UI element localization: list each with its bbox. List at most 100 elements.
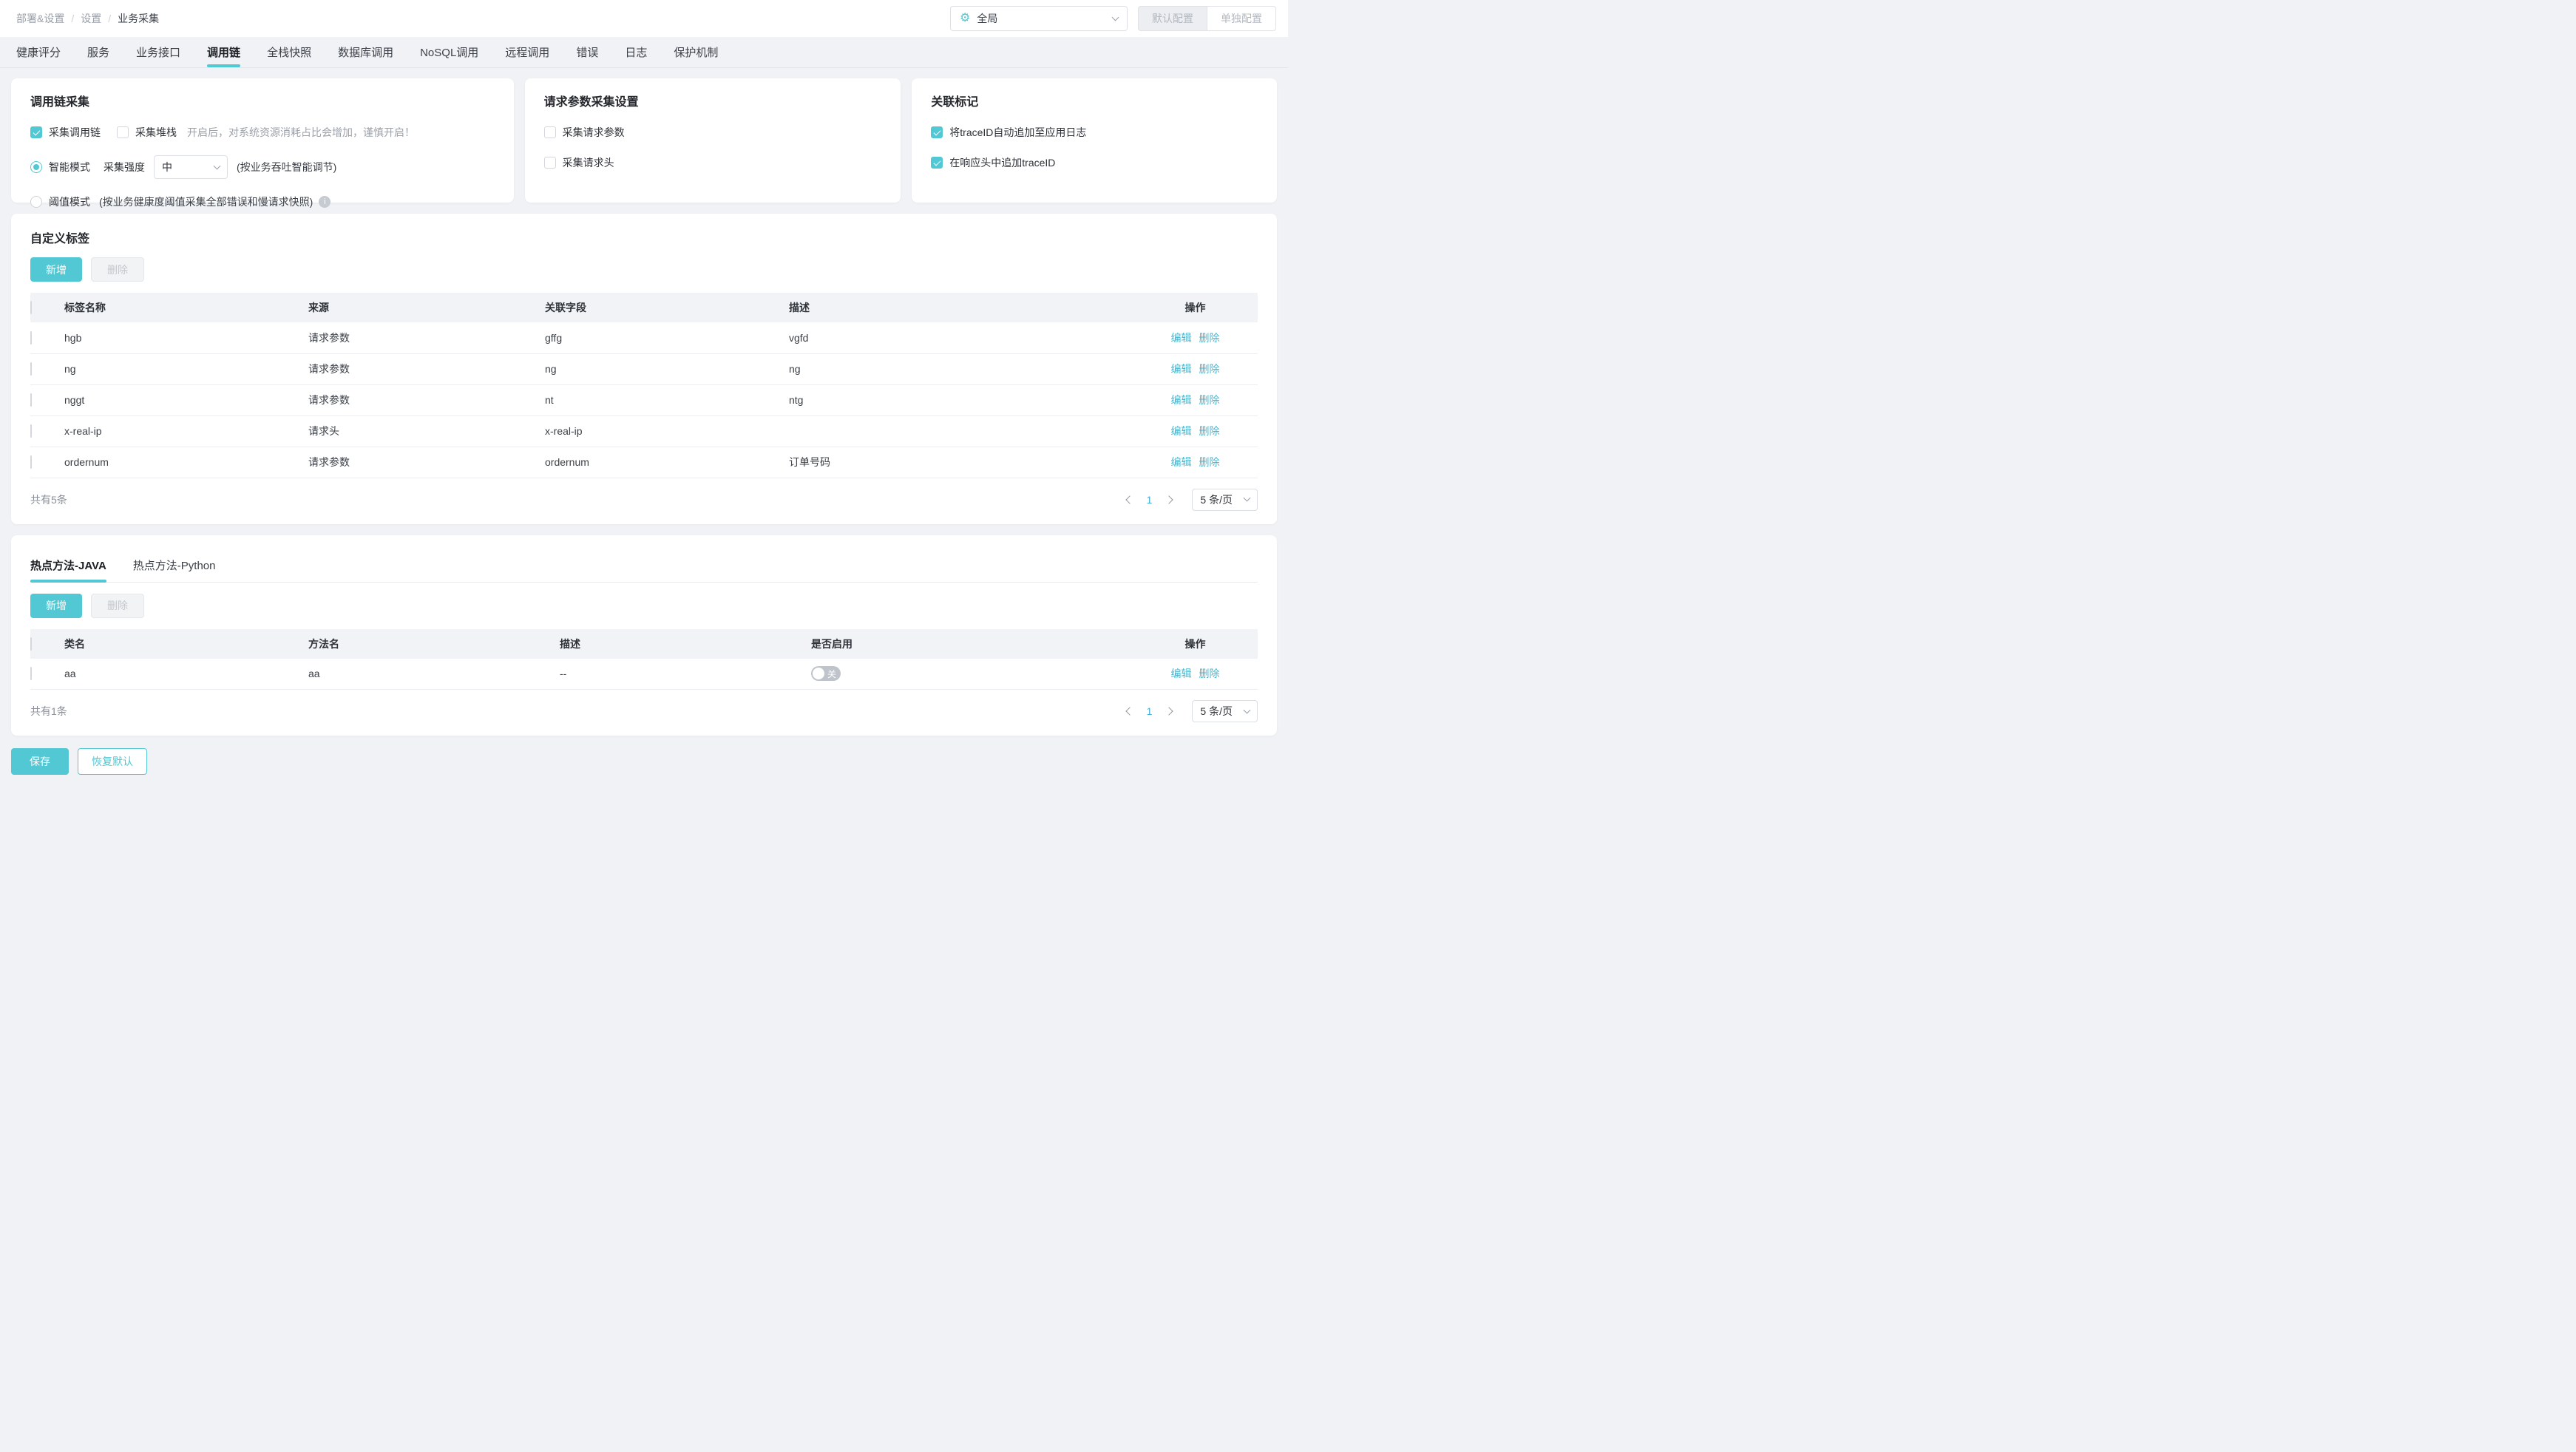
tab-protection[interactable]: 保护机制 bbox=[674, 37, 718, 67]
collect-request-headers-checkbox[interactable] bbox=[543, 157, 556, 169]
tab-database-calls[interactable]: 数据库调用 bbox=[338, 37, 393, 67]
edit-link[interactable]: 编辑 bbox=[1171, 393, 1192, 407]
info-icon[interactable]: i bbox=[319, 196, 331, 208]
save-button[interactable]: 保存 bbox=[11, 748, 69, 775]
smart-mode-radio[interactable] bbox=[30, 161, 42, 173]
collect-trace-label: 采集调用链 bbox=[49, 126, 101, 138]
table-header-row: 类名 方法名 描述 是否启用 操作 bbox=[30, 628, 1258, 659]
tab-hot-methods-java[interactable]: 热点方法-JAVA bbox=[30, 552, 106, 583]
append-traceid-log-checkbox[interactable] bbox=[931, 126, 943, 138]
request-params-row-1: 采集请求参数 bbox=[543, 125, 882, 140]
chevron-down-icon bbox=[1243, 706, 1251, 713]
edit-link[interactable]: 编辑 bbox=[1171, 362, 1192, 376]
tab-fullstack-snapshot[interactable]: 全栈快照 bbox=[267, 37, 311, 67]
page-number[interactable]: 1 bbox=[1147, 494, 1153, 506]
page-number[interactable]: 1 bbox=[1147, 705, 1153, 717]
delete-link[interactable]: 删除 bbox=[1199, 455, 1220, 469]
delete-link[interactable]: 删除 bbox=[1199, 666, 1220, 681]
append-traceid-header-checkbox[interactable] bbox=[931, 157, 943, 169]
restore-default-button[interactable]: 恢复默认 bbox=[78, 748, 147, 775]
row-checkbox[interactable] bbox=[30, 362, 32, 376]
collect-request-params-checkbox[interactable] bbox=[543, 126, 556, 138]
enabled-toggle[interactable]: 关 bbox=[811, 666, 841, 682]
hot-methods-section: 热点方法-JAVA 热点方法-Python 新增 删除 类名 方法名 描述 是否… bbox=[11, 535, 1277, 736]
cell-desc: ntg bbox=[789, 384, 1133, 416]
select-all-checkbox[interactable] bbox=[30, 637, 32, 651]
row-checkbox[interactable] bbox=[30, 424, 32, 438]
breadcrumb-item-deploy-settings[interactable]: 部署&设置 bbox=[16, 11, 64, 26]
delete-tag-button[interactable]: 删除 bbox=[91, 257, 144, 282]
next-page-button[interactable] bbox=[1159, 702, 1179, 721]
chevron-down-icon bbox=[1111, 13, 1119, 21]
cell-source: 请求头 bbox=[308, 415, 545, 447]
smart-mode-hint: (按业务吞吐智能调节) bbox=[237, 161, 337, 173]
col-header-op: 操作 bbox=[1184, 302, 1206, 313]
table-row: aa aa -- 关 编辑 删除 bbox=[30, 658, 1258, 690]
cell-source: 请求参数 bbox=[308, 447, 545, 478]
prev-page-button[interactable] bbox=[1120, 702, 1139, 721]
panel-title: 关联标记 bbox=[931, 96, 979, 109]
row-checkbox[interactable] bbox=[30, 330, 32, 345]
page-size-select[interactable]: 5 条/页 bbox=[1192, 700, 1258, 722]
settings-panels-row: 调用链采集 采集调用链 采集堆栈 开启后，对系统资源消耗占比会增加，谨慎开启！ … bbox=[11, 78, 1277, 208]
collect-stack-checkbox[interactable] bbox=[117, 126, 129, 138]
hot-methods-tabs: 热点方法-JAVA 热点方法-Python bbox=[30, 552, 1258, 583]
scope-select[interactable]: ⚙ 全局 bbox=[950, 6, 1128, 31]
tab-logs[interactable]: 日志 bbox=[625, 37, 647, 67]
main-tabbar: 健康评分 服务 业务接口 调用链 全栈快照 数据库调用 NoSQL调用 远程调用… bbox=[0, 37, 1288, 68]
topbar: 部署&设置 / 设置 / 业务采集 ⚙ 全局 默认配置 单独配置 bbox=[0, 0, 1288, 37]
content: 调用链采集 采集调用链 采集堆栈 开启后，对系统资源消耗占比会增加，谨慎开启！ … bbox=[0, 68, 1288, 790]
panel-title: 请求参数采集设置 bbox=[543, 96, 639, 109]
delete-link[interactable]: 删除 bbox=[1199, 424, 1220, 438]
table-row: hgb 请求参数 gffg vgfd 编辑 删除 bbox=[30, 322, 1258, 354]
tab-remote-calls[interactable]: 远程调用 bbox=[505, 37, 549, 67]
tab-hot-methods-python[interactable]: 热点方法-Python bbox=[133, 552, 216, 582]
custom-tags-title: 自定义标签 bbox=[30, 233, 90, 245]
tab-nosql-calls[interactable]: NoSQL调用 bbox=[420, 37, 478, 67]
association-row-1: 将traceID自动追加至应用日志 bbox=[931, 125, 1258, 140]
topbar-right: ⚙ 全局 默认配置 单独配置 bbox=[950, 6, 1276, 31]
separate-config-button[interactable]: 单独配置 bbox=[1207, 6, 1276, 31]
cell-source: 请求参数 bbox=[308, 322, 545, 354]
breadcrumb-separator: / bbox=[71, 13, 75, 24]
delete-link[interactable]: 删除 bbox=[1199, 393, 1220, 407]
col-header-source: 来源 bbox=[308, 302, 329, 313]
trace-collection-row-1: 采集调用链 采集堆栈 开启后，对系统资源消耗占比会增加，谨慎开启！ bbox=[30, 125, 495, 140]
delete-link[interactable]: 删除 bbox=[1199, 330, 1220, 345]
page-size-select[interactable]: 5 条/页 bbox=[1192, 488, 1258, 511]
next-page-button[interactable] bbox=[1159, 490, 1179, 509]
edit-link[interactable]: 编辑 bbox=[1171, 424, 1192, 438]
edit-link[interactable]: 编辑 bbox=[1171, 455, 1192, 469]
cell-field: gffg bbox=[545, 322, 789, 354]
delete-link[interactable]: 删除 bbox=[1199, 362, 1220, 376]
row-checkbox[interactable] bbox=[30, 667, 32, 681]
breadcrumb-item-current: 业务采集 bbox=[118, 13, 160, 24]
edit-link[interactable]: 编辑 bbox=[1171, 330, 1192, 345]
total-count: 共有5条 bbox=[30, 493, 67, 506]
col-header-desc: 描述 bbox=[560, 637, 580, 650]
row-checkbox[interactable] bbox=[30, 393, 32, 407]
hot-methods-table: 类名 方法名 描述 是否启用 操作 aa aa -- 关 编辑 删除 bbox=[30, 628, 1258, 690]
edit-link[interactable]: 编辑 bbox=[1171, 666, 1192, 681]
gear-icon: ⚙ bbox=[960, 12, 971, 24]
tab-business-api[interactable]: 业务接口 bbox=[136, 37, 180, 67]
delete-method-button[interactable]: 删除 bbox=[91, 593, 144, 618]
tab-services[interactable]: 服务 bbox=[87, 37, 109, 67]
collect-request-params-label: 采集请求参数 bbox=[562, 126, 625, 138]
select-all-checkbox[interactable] bbox=[30, 301, 32, 314]
tab-errors[interactable]: 错误 bbox=[576, 37, 598, 67]
toggle-label: 关 bbox=[827, 668, 836, 679]
tab-health-score[interactable]: 健康评分 bbox=[16, 37, 61, 67]
collect-trace-checkbox[interactable] bbox=[30, 126, 42, 138]
row-checkbox[interactable] bbox=[30, 455, 32, 469]
col-header-op: 操作 bbox=[1184, 637, 1206, 650]
cell-class: aa bbox=[64, 658, 308, 690]
tab-trace[interactable]: 调用链 bbox=[207, 37, 241, 67]
default-config-button[interactable]: 默认配置 bbox=[1138, 6, 1207, 31]
prev-page-button[interactable] bbox=[1120, 490, 1139, 509]
intensity-select[interactable]: 中 bbox=[154, 155, 228, 179]
breadcrumb-item-settings[interactable]: 设置 bbox=[81, 11, 101, 26]
threshold-mode-radio[interactable] bbox=[30, 196, 42, 208]
add-tag-button[interactable]: 新增 bbox=[30, 257, 82, 282]
add-method-button[interactable]: 新增 bbox=[30, 593, 82, 618]
